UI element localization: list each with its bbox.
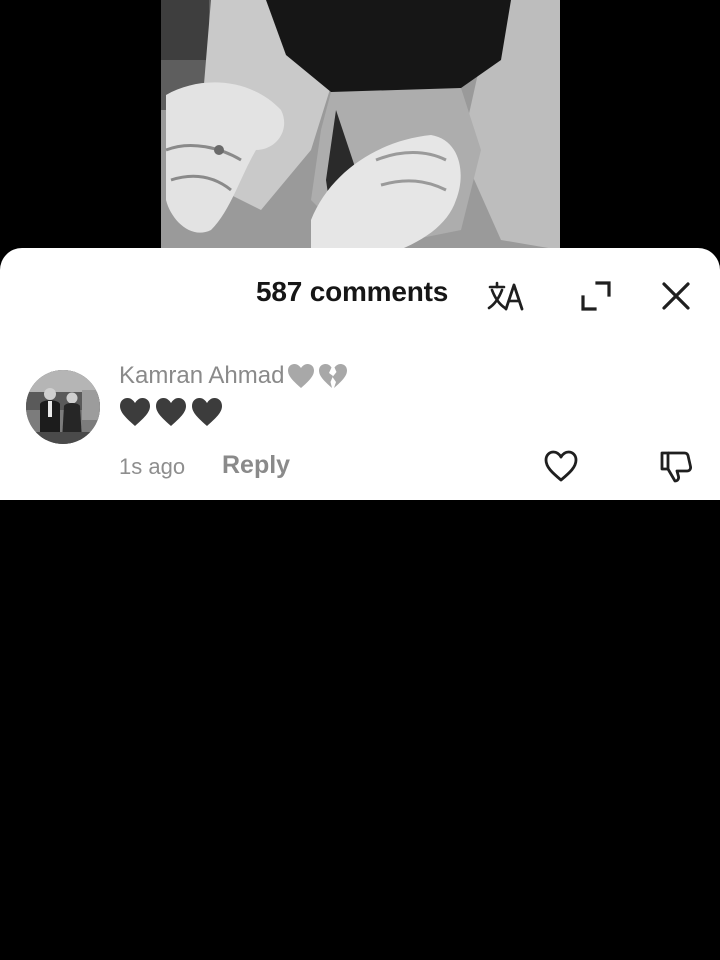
- broken-heart-icon: [319, 364, 348, 388]
- comments-sheet: 587 comments Kamran Ahmad 1s ago Reply: [0, 248, 720, 500]
- expand-button[interactable]: [576, 276, 616, 316]
- comment-text: [118, 396, 224, 428]
- comment-timestamp: 1s ago: [119, 454, 186, 479]
- close-button[interactable]: [656, 276, 696, 316]
- comment-item: Kamran Ahmad 1s ago Reply: [0, 352, 720, 492]
- comment-username-text: Kamran Ahmad: [119, 362, 285, 389]
- comments-header: 587 comments: [0, 248, 720, 340]
- dark-backdrop: [0, 500, 720, 960]
- black-heart-icon: [192, 398, 222, 426]
- app-screen: 587 comments Kamran Ahmad 1s ago Reply: [0, 0, 720, 960]
- username-emoji-row: [286, 362, 349, 390]
- dislike-button[interactable]: [657, 447, 695, 485]
- video-frame-image: [161, 0, 560, 262]
- avatar[interactable]: [26, 370, 100, 444]
- translate-icon: [487, 281, 524, 311]
- translate-button[interactable]: [484, 276, 528, 316]
- black-heart-icon: [156, 398, 186, 426]
- comments-count-title: 587 comments: [256, 276, 449, 307]
- comment-username[interactable]: Kamran Ahmad: [119, 362, 349, 390]
- avatar-photo: [26, 370, 100, 444]
- expand-icon: [581, 281, 611, 311]
- heart-outline-icon: [544, 450, 578, 482]
- grey-heart-icon: [288, 364, 315, 388]
- like-button[interactable]: [542, 447, 580, 485]
- reply-button[interactable]: Reply: [222, 451, 290, 480]
- video-player[interactable]: [161, 0, 560, 262]
- black-heart-icon: [120, 398, 150, 426]
- close-icon: [662, 282, 690, 310]
- thumbs-down-icon: [660, 451, 692, 483]
